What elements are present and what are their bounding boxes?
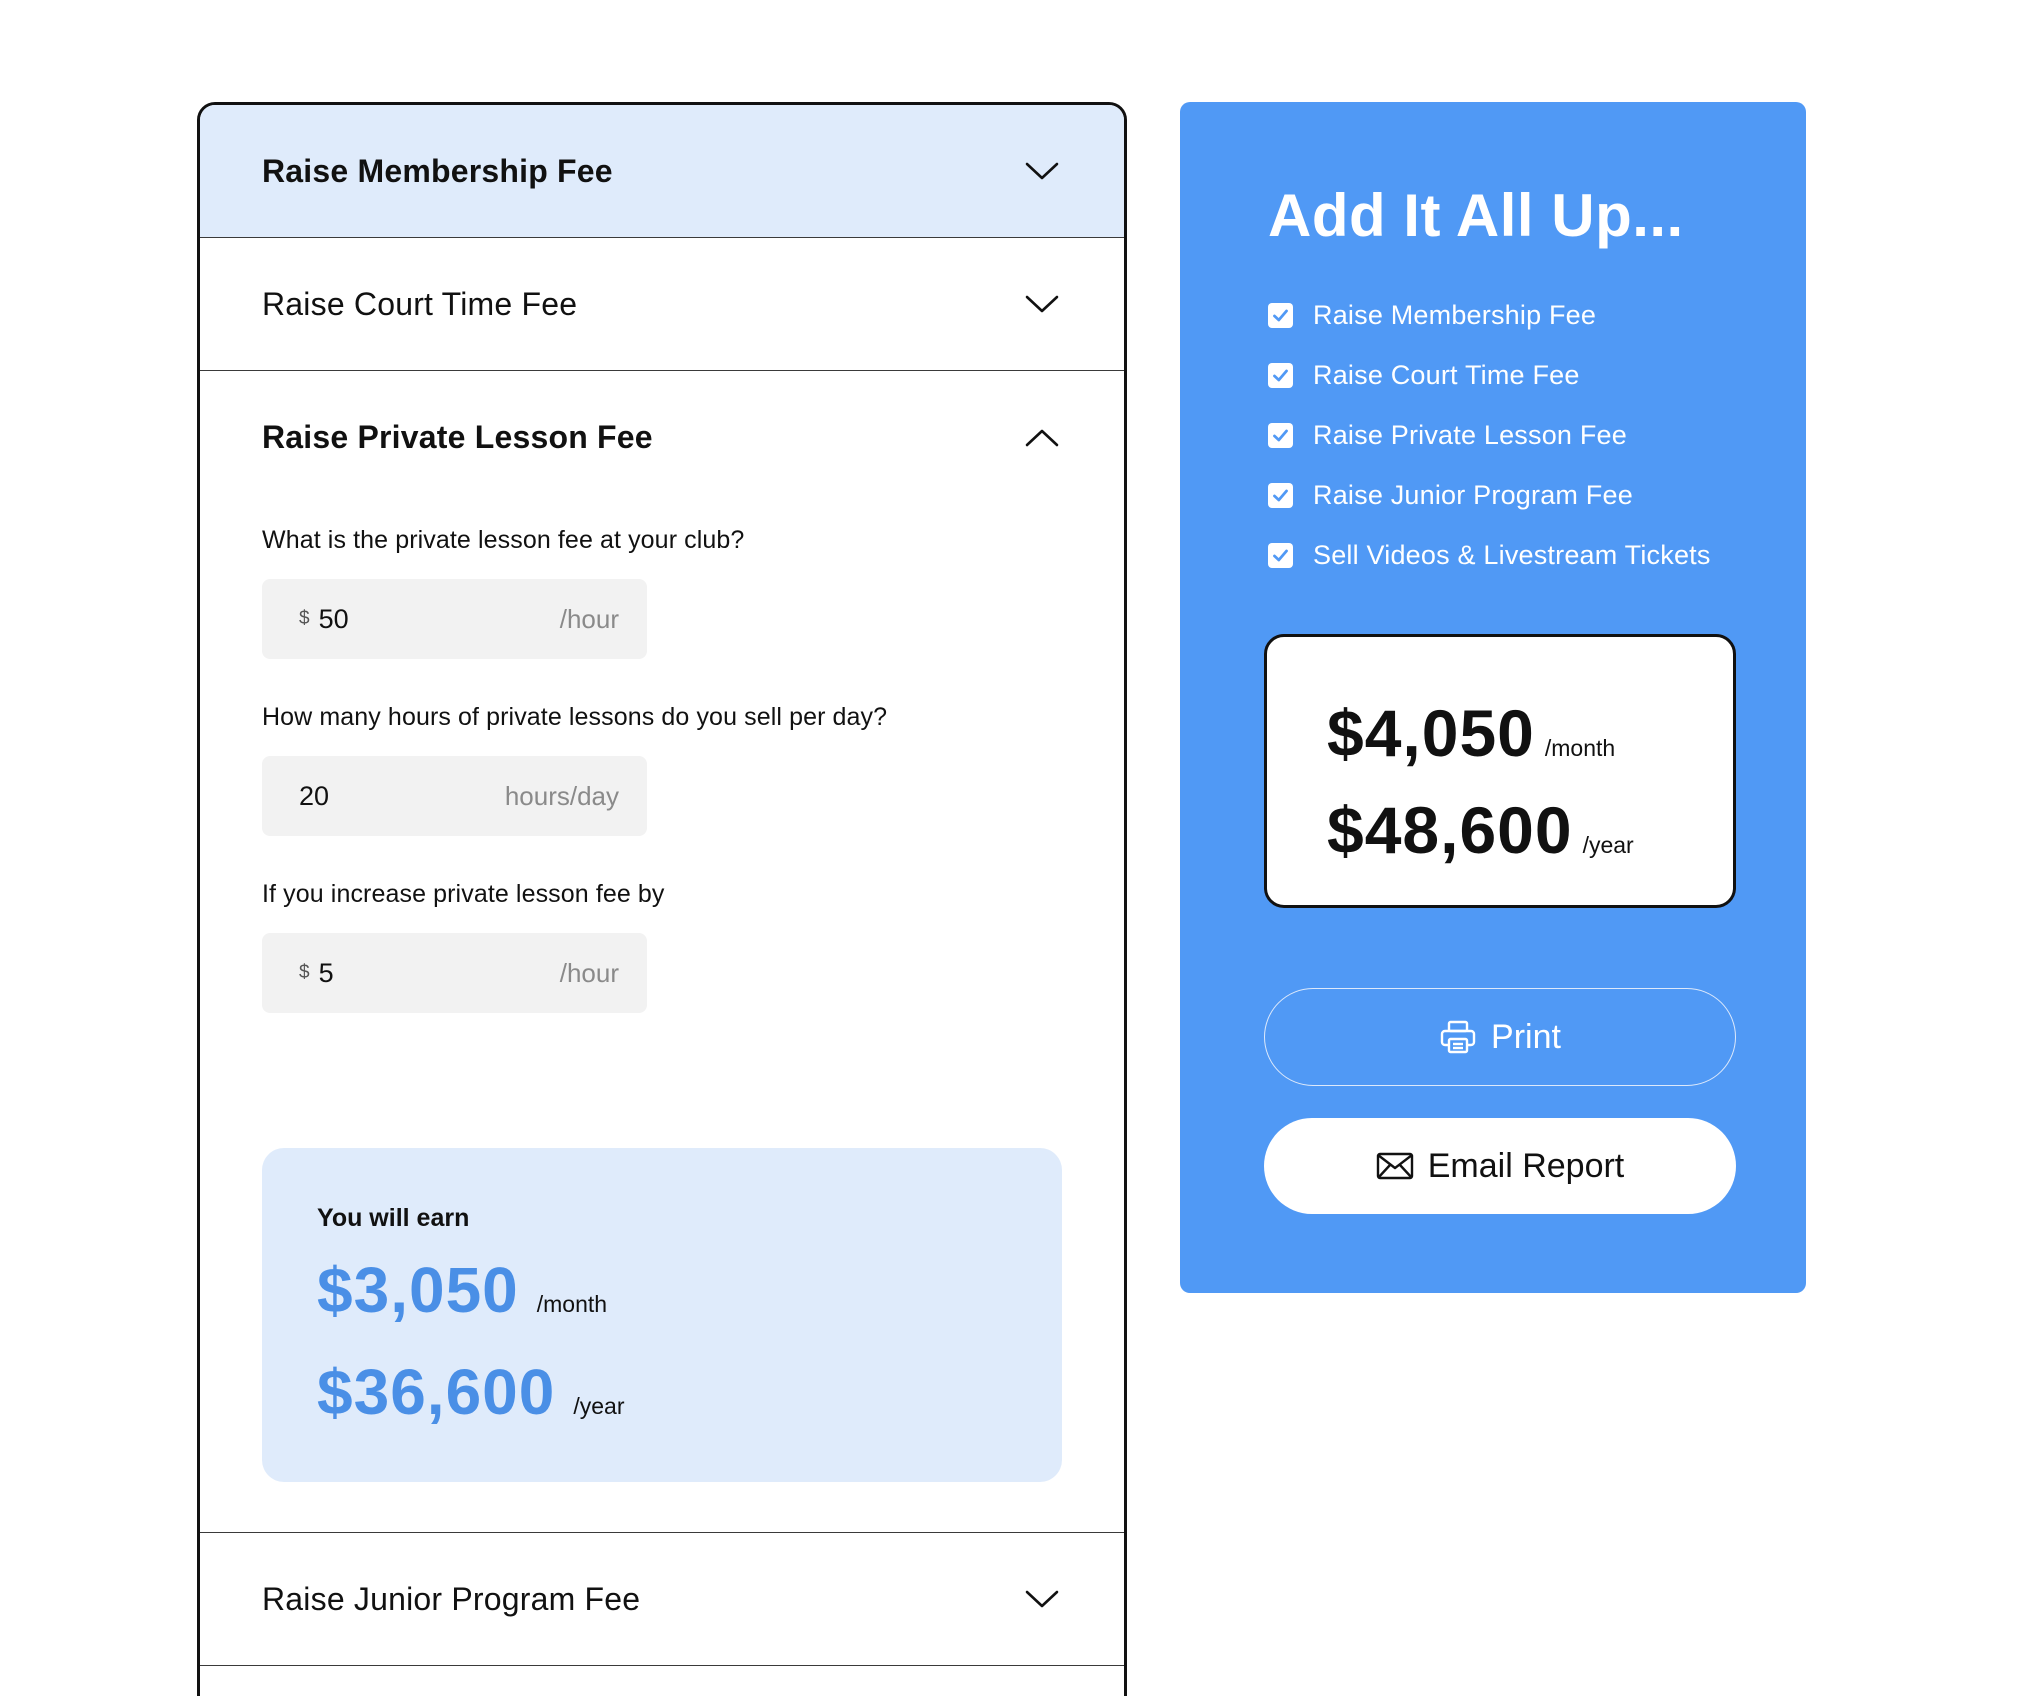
lesson-fee-value[interactable]: 50	[319, 604, 560, 635]
unit-suffix: /hour	[559, 603, 619, 634]
total-yearly-unit: /year	[1582, 832, 1634, 858]
total-earnings-card: $4,050 /month $48,600 /year	[1264, 634, 1736, 908]
earnings-card: You will earn $3,050 /month $36,600 /yea…	[262, 1148, 1062, 1482]
fee-increase-question: If you increase private lesson fee by	[262, 880, 665, 908]
accordion-section-private-lesson-fee: Raise Private Lesson Fee What is the pri…	[200, 371, 1124, 1533]
earnings-monthly-amount: $3,050	[317, 1254, 519, 1326]
checklist-label: Raise Junior Program Fee	[1313, 479, 1633, 510]
accordion-title: Raise Court Time Fee	[262, 285, 578, 322]
accordion-title: Raise Private Lesson Fee	[262, 419, 653, 455]
lesson-hours-input[interactable]: 20 hours/day	[262, 756, 647, 836]
currency-symbol: $	[299, 608, 310, 629]
checklist-item[interactable]: Sell Videos & Livestream Tickets	[1268, 525, 1711, 585]
private-lesson-form: What is the private lesson fee at your c…	[200, 504, 1124, 1532]
email-report-label: Email Report	[1427, 1146, 1625, 1185]
earnings-yearly-amount: $36,600	[317, 1356, 556, 1428]
unit-suffix: hours/day	[504, 780, 619, 811]
accordion-header-junior-program-fee[interactable]: Raise Junior Program Fee	[200, 1533, 1124, 1666]
total-monthly-unit: /month	[1544, 735, 1616, 761]
envelope-icon	[1376, 1152, 1414, 1180]
summary-title: Add It All Up...	[1268, 182, 1684, 249]
checklist-label: Raise Private Lesson Fee	[1313, 419, 1627, 450]
checklist-item[interactable]: Raise Membership Fee	[1268, 285, 1711, 345]
checklist-item[interactable]: Raise Junior Program Fee	[1268, 465, 1711, 525]
earnings-label: You will earn	[317, 1204, 470, 1232]
checkbox-checked-icon[interactable]	[1268, 422, 1293, 448]
lesson-hours-question: How many hours of private lessons do you…	[262, 703, 888, 731]
accordion-header-private-lesson-fee[interactable]: Raise Private Lesson Fee	[200, 371, 1124, 504]
accordion-header-membership-fee[interactable]: Raise Membership Fee	[200, 105, 1124, 238]
accordion-title: Raise Membership Fee	[262, 152, 613, 189]
total-monthly-amount: $4,050	[1327, 696, 1535, 770]
fee-increase-input[interactable]: $ 5 /hour	[262, 933, 647, 1013]
fee-accordion: Raise Membership Fee Raise Court Time Fe…	[197, 102, 1127, 1696]
chevron-down-icon	[1025, 162, 1059, 180]
total-yearly-amount: $48,600	[1327, 793, 1573, 867]
unit-suffix: /hour	[559, 957, 619, 988]
checklist-item[interactable]: Raise Private Lesson Fee	[1268, 405, 1711, 465]
accordion-header-court-time-fee[interactable]: Raise Court Time Fee	[200, 238, 1124, 371]
summary-checklist: Raise Membership Fee Raise Court Time Fe…	[1268, 285, 1711, 585]
summary-panel: Add It All Up... Raise Membership Fee Ra…	[1180, 102, 1806, 1293]
checklist-item[interactable]: Raise Court Time Fee	[1268, 345, 1711, 405]
print-button-label: Print	[1491, 1017, 1561, 1056]
earnings-monthly-unit: /month	[536, 1291, 608, 1317]
lesson-fee-input[interactable]: $ 50 /hour	[262, 579, 647, 659]
checkbox-checked-icon[interactable]	[1268, 302, 1293, 328]
fee-increase-value[interactable]: 5	[319, 958, 560, 989]
email-report-button[interactable]: Email Report	[1264, 1118, 1736, 1214]
checklist-label: Raise Court Time Fee	[1313, 359, 1580, 390]
earnings-monthly-row: $3,050 /month	[317, 1253, 1062, 1327]
currency-symbol: $	[299, 962, 310, 983]
chevron-down-icon	[1025, 1590, 1059, 1608]
earnings-yearly-unit: /year	[573, 1393, 625, 1419]
checkbox-checked-icon[interactable]	[1268, 542, 1293, 568]
print-button[interactable]: Print	[1264, 988, 1736, 1086]
accordion-title: Raise Junior Program Fee	[262, 1580, 641, 1617]
printer-icon	[1439, 1019, 1477, 1055]
lesson-hours-value[interactable]: 20	[299, 781, 505, 812]
lesson-fee-question: What is the private lesson fee at your c…	[262, 526, 745, 554]
checklist-label: Raise Membership Fee	[1313, 299, 1597, 330]
total-monthly-row: $4,050 /month	[1327, 695, 1615, 771]
checklist-label: Sell Videos & Livestream Tickets	[1313, 539, 1711, 570]
chevron-up-icon	[1025, 429, 1059, 446]
checkbox-checked-icon[interactable]	[1268, 362, 1293, 388]
checkbox-checked-icon[interactable]	[1268, 482, 1293, 508]
total-yearly-row: $48,600 /year	[1327, 792, 1634, 868]
chevron-down-icon	[1025, 295, 1059, 313]
earnings-yearly-row: $36,600 /year	[317, 1355, 1062, 1429]
